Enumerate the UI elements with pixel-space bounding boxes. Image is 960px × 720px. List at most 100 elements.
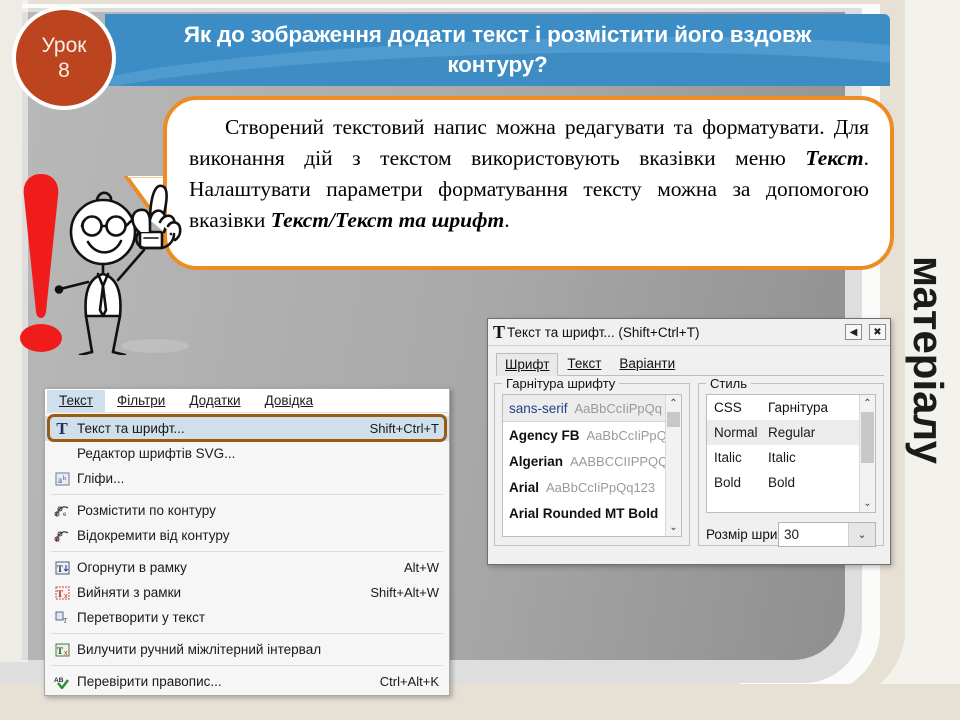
menu-item-glyphs[interactable]: ab Гліфи... bbox=[45, 466, 449, 491]
font-style-table[interactable]: CSS Гарнітура Normal Regular Italic Ital… bbox=[707, 395, 859, 512]
unflow-icon: Tx bbox=[51, 584, 73, 602]
menu-item-spellcheck-label: Перевірити правопис... bbox=[77, 674, 222, 689]
menu-item-convert-to-text[interactable]: T Перетворити у текст bbox=[45, 605, 449, 630]
menu-item-convert-to-text-label: Перетворити у текст bbox=[77, 610, 206, 625]
menu-item-spellcheck[interactable]: AB Перевірити правопис... Ctrl+Alt+K bbox=[45, 669, 449, 694]
font-size-value[interactable]: 30 bbox=[779, 527, 848, 542]
menu-item-svg-font-editor[interactable]: Редактор шрифтів SVG... bbox=[45, 441, 449, 466]
text-menu-panel[interactable]: Текст Фільтри Додатки Довідка T Текст та… bbox=[44, 388, 450, 696]
font-style-scroll-thumb[interactable] bbox=[861, 412, 874, 463]
menubar-item-addons[interactable]: Додатки bbox=[177, 390, 252, 412]
font-style-col-css: CSS bbox=[714, 400, 742, 415]
font-style-row-bold-css: Bold bbox=[714, 475, 742, 490]
svg-text:T: T bbox=[57, 589, 63, 599]
font-style-row-italic[interactable]: Italic Italic bbox=[707, 445, 859, 470]
menu-bar[interactable]: Текст Фільтри Додатки Довідка bbox=[45, 389, 449, 413]
page-title-text: Як до зображення додати текст і розмісти… bbox=[183, 22, 812, 77]
spellcheck-icon: AB bbox=[51, 673, 73, 691]
menu-item-remove-manual-kerns[interactable]: Tx Вилучити ручний міжлітерний інтервал bbox=[45, 637, 449, 662]
callout-bold-command: Текст/Текст та шрифт bbox=[270, 208, 505, 232]
font-size-combobox[interactable]: 30 ⌄ bbox=[778, 522, 876, 547]
menu-item-flow-into-frame[interactable]: T Огорнути в рамку Alt+W bbox=[45, 555, 449, 580]
lesson-badge: Урок 8 bbox=[12, 6, 116, 110]
font-style-scroll-down-icon[interactable]: ⌄ bbox=[863, 495, 871, 512]
exclamation-mark-icon bbox=[20, 174, 62, 352]
callout-text-part3: . bbox=[504, 208, 510, 232]
tab-variants[interactable]: Варіанти bbox=[610, 352, 684, 375]
font-list-scrollbar[interactable]: ⌃ ⌄ bbox=[665, 395, 681, 536]
menu-item-put-on-path-label: Розмістити по контуру bbox=[77, 503, 216, 518]
vertical-label-text: матеріалу bbox=[905, 256, 952, 464]
font-list-scroll-up-icon[interactable]: ⌃ bbox=[669, 395, 677, 412]
text-and-font-dialog[interactable]: T Текст та шрифт... (Shift+Ctrl+T) ◀ ✖ Ш… bbox=[487, 318, 891, 565]
menu-item-unflow[interactable]: Tx Вийняти з рамки Shift+Alt+W bbox=[45, 580, 449, 605]
font-row-sans-serif-name: sans-serif bbox=[509, 400, 568, 416]
put-on-path-icon: e bbox=[51, 502, 73, 520]
menu-item-svg-font-editor-label: Редактор шрифтів SVG... bbox=[77, 446, 236, 461]
menu-separator-2 bbox=[51, 551, 443, 552]
menubar-item-addons-label: Додатки bbox=[189, 392, 241, 408]
menu-item-remove-from-path-label: Відокремити від контуру bbox=[77, 528, 230, 543]
menu-item-remove-manual-kerns-label: Вилучити ручний міжлітерний інтервал bbox=[77, 642, 322, 657]
info-callout: Створений текстовий напис можна редагува… bbox=[163, 96, 894, 270]
svg-text:x: x bbox=[64, 650, 68, 657]
svg-text:T: T bbox=[57, 646, 63, 656]
font-row-arial-sample: AaBbCcIiPpQq123 bbox=[546, 479, 656, 495]
font-row-agency-fb[interactable]: Agency FB AaBbCcIiPpQq1236 bbox=[503, 422, 665, 448]
font-list-scroll-thumb[interactable] bbox=[667, 412, 680, 427]
tab-font[interactable]: Шрифт bbox=[496, 353, 559, 376]
callout-text-part1: Створений текстовий напис можна редагува… bbox=[189, 115, 869, 170]
font-row-arial-rounded-mt-bold[interactable]: Arial Rounded MT Bold bbox=[503, 500, 665, 526]
menu-item-text-and-font[interactable]: T Текст та шрифт... Shift+Ctrl+T bbox=[45, 416, 449, 441]
svg-font-editor-icon bbox=[51, 445, 73, 463]
font-row-arial[interactable]: Arial AaBbCcIiPpQq123 bbox=[503, 474, 665, 500]
menu-separator-4 bbox=[51, 665, 443, 666]
lesson-badge-number: 8 bbox=[58, 58, 70, 82]
menu-item-unflow-label: Вийняти з рамки bbox=[77, 585, 182, 600]
font-style-scroll-up-icon[interactable]: ⌃ bbox=[863, 395, 871, 412]
font-style-legend: Стиль bbox=[706, 376, 751, 391]
menu-item-remove-from-path[interactable]: x Відокремити від контуру bbox=[45, 523, 449, 548]
svg-text:e: e bbox=[63, 512, 67, 518]
dialog-close-button[interactable]: ✖ bbox=[869, 324, 886, 340]
font-family-listbox[interactable]: sans-serif AaBbCcIiPpQq Agency FB AaBbCc… bbox=[502, 394, 682, 537]
font-style-row-normal[interactable]: Normal Regular bbox=[707, 420, 859, 445]
background-left-strip bbox=[0, 0, 22, 720]
svg-text:T: T bbox=[57, 564, 63, 574]
font-style-scrollbar[interactable]: ⌃ ⌄ bbox=[859, 395, 875, 512]
font-style-row-italic-family: Italic bbox=[768, 450, 796, 465]
menubar-item-text[interactable]: Текст bbox=[47, 389, 105, 412]
dialog-dock-button[interactable]: ◀ bbox=[845, 324, 862, 340]
font-style-row-normal-family: Regular bbox=[768, 425, 816, 440]
font-style-row-bold-family: Bold bbox=[768, 475, 796, 490]
font-style-row-normal-css: Normal bbox=[714, 425, 758, 440]
menubar-item-filters[interactable]: Фільтри bbox=[105, 390, 177, 412]
font-list-scroll-down-icon[interactable]: ⌄ bbox=[669, 519, 677, 536]
menubar-item-filters-label: Фільтри bbox=[117, 392, 166, 408]
font-row-arial-name: Arial bbox=[509, 479, 540, 495]
font-row-algerian-sample: AABBCCIIPPQQ bbox=[570, 453, 665, 469]
menu-item-put-on-path[interactable]: e Розмістити по контуру bbox=[45, 498, 449, 523]
font-style-row-bold[interactable]: Bold Bold bbox=[707, 470, 859, 495]
tab-font-label: Шрифт bbox=[505, 357, 550, 372]
dialog-title-text: Текст та шрифт... (Shift+Ctrl+T) bbox=[507, 324, 700, 340]
menu-separator-1 bbox=[51, 494, 443, 495]
dialog-tabs[interactable]: Шрифт Текст Варіанти bbox=[496, 351, 884, 376]
chevron-down-icon[interactable]: ⌄ bbox=[848, 523, 875, 546]
font-row-sans-serif[interactable]: sans-serif AaBbCcIiPpQq bbox=[503, 395, 665, 422]
font-row-algerian[interactable]: Algerian AABBCCIIPPQQ bbox=[503, 448, 665, 474]
font-row-algerian-name: Algerian bbox=[509, 453, 564, 469]
font-style-listbox[interactable]: CSS Гарнітура Normal Regular Italic Ital… bbox=[706, 394, 876, 513]
menubar-item-help-label: Довідка bbox=[264, 392, 314, 408]
tab-text-label: Текст bbox=[567, 356, 602, 371]
remove-kerns-icon: Tx bbox=[51, 641, 73, 659]
menu-item-unflow-accel: Shift+Alt+W bbox=[370, 585, 439, 600]
font-style-row-italic-css: Italic bbox=[714, 450, 742, 465]
flow-into-frame-icon: T bbox=[51, 559, 73, 577]
tab-text[interactable]: Текст bbox=[558, 352, 610, 375]
menu-item-text-and-font-accel: Shift+Ctrl+T bbox=[369, 421, 439, 436]
font-family-list[interactable]: sans-serif AaBbCcIiPpQq Agency FB AaBbCc… bbox=[503, 395, 665, 536]
svg-text:x: x bbox=[56, 537, 60, 543]
font-style-col-family: Гарнітура bbox=[768, 400, 828, 415]
menubar-item-help[interactable]: Довідка bbox=[253, 390, 326, 412]
